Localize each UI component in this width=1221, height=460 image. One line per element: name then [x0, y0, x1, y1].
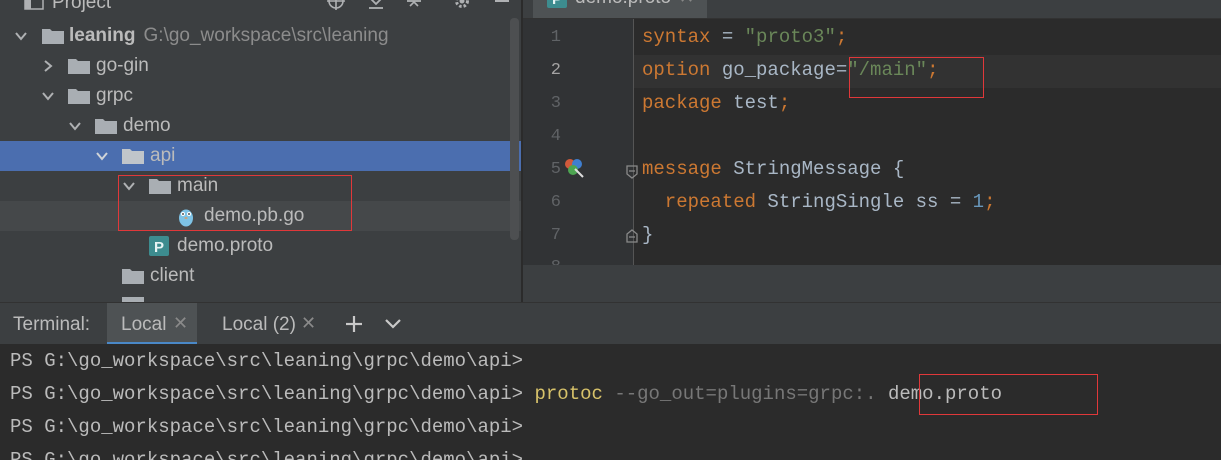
code-line-1: syntax = "proto3"; [642, 26, 847, 48]
folder-icon [68, 89, 90, 104]
terminal-args: --go_out=plugins=grpc:. [602, 383, 877, 405]
terminal-tab-local-2[interactable]: Local (2) ✕ [208, 303, 323, 345]
proto-file-icon: P [547, 0, 567, 8]
terminal-line: PS G:\go_workspace\src\leaning\grpc\demo… [10, 350, 524, 372]
fold-marker-icon[interactable] [625, 165, 639, 179]
minimize-icon[interactable] [492, 0, 512, 10]
close-icon[interactable]: ✕ [301, 313, 316, 334]
tree-item-demo-proto[interactable]: P demo.proto [0, 231, 521, 261]
project-panel-header: Project [0, 0, 521, 14]
chevron-down-icon[interactable] [384, 317, 402, 331]
folder-icon [95, 119, 117, 134]
code-token: 1 [972, 191, 985, 213]
code-token: ; [778, 92, 791, 114]
chevron-down-icon[interactable] [95, 149, 109, 163]
tree-item-label: go-gin [96, 55, 149, 76]
code-token: package [642, 92, 722, 114]
line-number: 1 [550, 28, 561, 47]
code-token: StringMessage { [721, 158, 905, 180]
project-icon [24, 0, 44, 10]
terminal-line: PS G:\go_workspace\src\leaning\grpc\demo… [10, 416, 524, 438]
editor-tab-label: demo.proto [575, 0, 671, 9]
editor-bottom-area [523, 265, 1221, 302]
project-panel-title[interactable]: Project [52, 0, 111, 14]
tree-item-label: client [150, 265, 195, 286]
tree-item-grpc[interactable]: grpc [0, 81, 521, 111]
line-number-partial: 8 [523, 258, 561, 265]
code-line-3: package test; [642, 92, 790, 114]
code-token: ; [984, 191, 996, 213]
chevron-down-icon[interactable] [14, 29, 28, 43]
svg-text:P: P [154, 239, 164, 256]
tree-item-label: grpc [96, 85, 133, 106]
terminal-tab-label: Local (2) [222, 314, 296, 335]
fold-end-marker-icon[interactable] [625, 229, 639, 243]
plus-icon[interactable] [345, 315, 363, 333]
folder-icon [42, 29, 64, 44]
close-icon[interactable]: ✕ [173, 313, 188, 334]
code-token: option [642, 59, 711, 81]
tree-item-leaning[interactable]: leaning G:\go_workspace\src\leaning [0, 21, 521, 51]
line-number: 6 [550, 193, 561, 212]
terminal-line: PS G:\go_workspace\src\leaning\grpc\demo… [10, 449, 524, 460]
line-number: 5 [550, 160, 561, 179]
gear-icon[interactable] [452, 0, 472, 10]
locate-file-icon[interactable] [326, 0, 346, 10]
code-token: } [642, 224, 654, 246]
tree-item-client[interactable]: client [0, 261, 521, 291]
terminal-header-label: Terminal: [13, 314, 91, 335]
line-number: 2 [550, 61, 561, 80]
tree-item-label: leaning [69, 25, 136, 46]
terminal-tab-label: Local [121, 314, 167, 335]
tree-item-api[interactable]: api [0, 141, 521, 171]
terminal-tab-local[interactable]: Local ✕ [107, 303, 197, 345]
terminal-prompt: PS G:\go_workspace\src\leaning\grpc\demo… [10, 383, 535, 405]
code-line-7: } [642, 224, 653, 246]
annotation-box-main-folder [118, 175, 352, 231]
terminal-tab-bar: Terminal: Local ✕ Local (2) ✕ [0, 302, 1221, 345]
code-token: test [721, 92, 779, 114]
code-token: go_package= [710, 59, 848, 81]
code-token: repeated [642, 191, 757, 213]
chevron-down-icon[interactable] [41, 89, 55, 103]
folder-icon [122, 269, 144, 284]
line-number: 4 [550, 127, 561, 146]
proto-file-icon: P [149, 236, 169, 256]
collapse-all-icon[interactable] [404, 0, 424, 10]
code-token: = [710, 26, 745, 48]
tree-item-label: demo.proto [177, 235, 274, 256]
close-icon[interactable]: ✕ [679, 0, 694, 8]
code-line-6: repeated StringSingle ss = 1; [642, 191, 996, 213]
editor-tab-bar: P demo.proto ✕ [523, 0, 1221, 19]
folder-icon [68, 59, 90, 74]
editor-tab-demo-proto[interactable]: P demo.proto ✕ [533, 0, 707, 18]
tree-item-label: demo [123, 115, 171, 136]
tree-item-label: api [150, 145, 176, 166]
tree-item-demo[interactable]: demo [0, 111, 521, 141]
chevron-down-icon[interactable] [68, 119, 82, 133]
terminal-command: protoc [534, 383, 603, 405]
folder-icon [122, 149, 144, 164]
tree-scrollbar[interactable] [510, 18, 519, 240]
annotation-box-go-package [849, 57, 984, 98]
annotation-box-demo-proto-arg [919, 374, 1098, 415]
project-panel: Project leaning G:\go_workspace\src\leani… [0, 0, 521, 302]
terminal-line: PS G:\go_workspace\src\leaning\grpc\demo… [10, 383, 1002, 405]
code-token: message [642, 158, 722, 180]
go-to-implementation-icon[interactable] [563, 157, 585, 179]
tree-item-go-gin[interactable]: go-gin [0, 51, 521, 81]
code-token: syntax [642, 26, 711, 48]
chevron-right-icon[interactable] [41, 59, 55, 73]
code-token: ; [835, 26, 848, 48]
code-editor[interactable]: 1 2 3 4 5 6 7 8 syntax = "proto3"; optio… [523, 19, 1221, 265]
project-path: G:\go_workspace\src\leaning [143, 25, 389, 46]
code-token: "proto3" [744, 26, 836, 48]
code-token: StringSingle ss = [756, 191, 973, 213]
expand-all-icon[interactable] [366, 0, 386, 10]
code-line-5: message StringMessage { [642, 158, 904, 180]
svg-text:P: P [552, 0, 562, 8]
line-number: 7 [550, 226, 561, 245]
line-number: 3 [550, 94, 561, 113]
